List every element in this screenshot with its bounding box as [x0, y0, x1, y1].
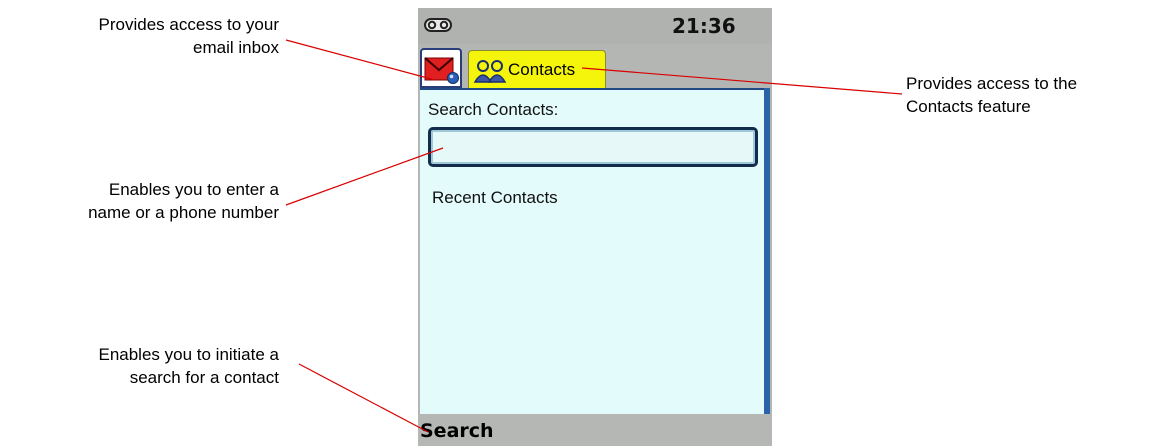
scrollbar[interactable]: [764, 88, 770, 414]
callout-inbox-line1: Provides access to your: [98, 15, 279, 34]
search-contacts-label: Search Contacts:: [428, 100, 559, 119]
softkey-bar: Search: [418, 414, 772, 446]
tab-contacts[interactable]: Contacts: [468, 50, 606, 88]
recent-contacts-label[interactable]: Recent Contacts: [432, 188, 558, 208]
callout-contacts-line2: Contacts feature: [906, 97, 1031, 116]
tab-contacts-label: Contacts: [508, 60, 576, 79]
callout-search: Enables you to initiate a search for a c…: [0, 343, 279, 389]
email-icon: [424, 57, 459, 84]
phone-screen: 21:36 Contacts Search Contacts: Recent C…: [418, 8, 772, 446]
search-input[interactable]: [428, 127, 758, 167]
contacts-panel: Search Contacts: Recent Contacts: [420, 88, 764, 414]
contacts-icon: [473, 60, 507, 83]
callout-entry: Enables you to enter a name or a phone n…: [0, 178, 279, 224]
status-time: 21:36: [672, 14, 736, 38]
callout-inbox: Provides access to your email inbox: [0, 13, 279, 59]
callout-entry-line1: Enables you to enter a: [108, 180, 279, 199]
signal-icon: [424, 18, 452, 32]
callout-inbox-line2: email inbox: [193, 38, 279, 57]
callout-contacts-line1: Provides access to the: [906, 74, 1078, 93]
callout-search-line2: search for a contact: [129, 368, 279, 387]
leader-inbox: [285, 39, 436, 81]
search-softkey[interactable]: Search: [420, 420, 494, 442]
callout-contacts: Provides access to the Contacts feature: [906, 72, 1156, 118]
status-bar: 21:36: [418, 8, 772, 44]
callout-search-line1: Enables you to initiate a: [98, 345, 279, 364]
leader-search: [298, 363, 429, 433]
tab-email[interactable]: [420, 48, 462, 88]
callout-entry-line2: name or a phone number: [88, 203, 279, 222]
